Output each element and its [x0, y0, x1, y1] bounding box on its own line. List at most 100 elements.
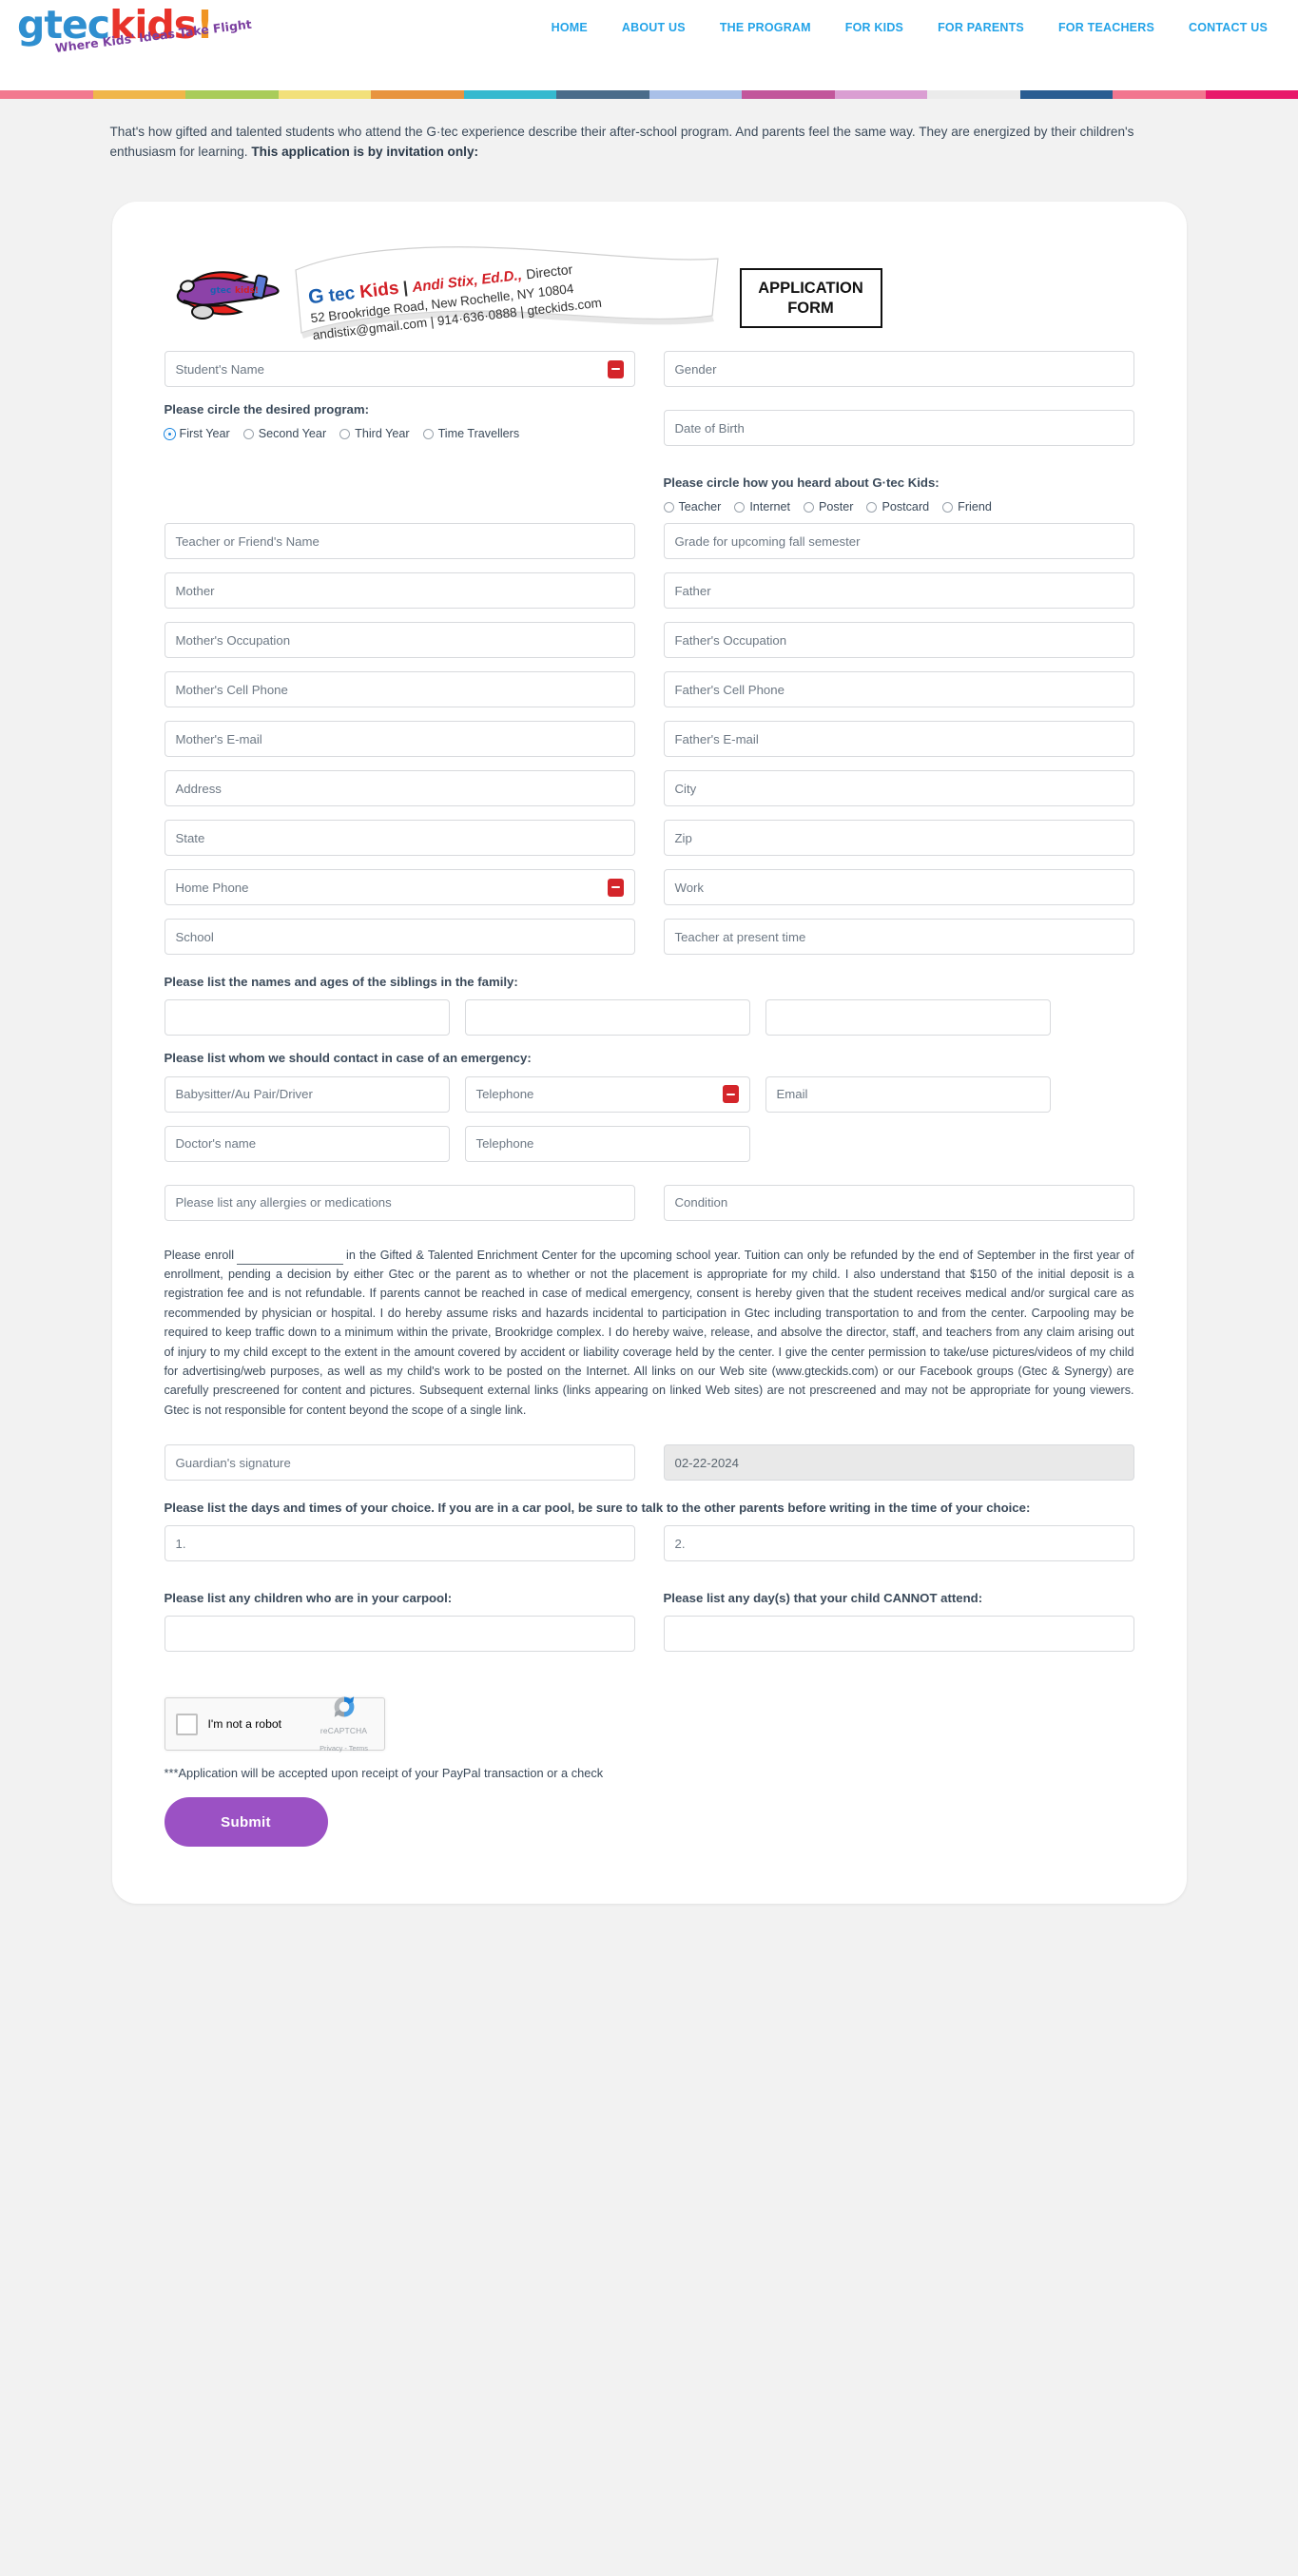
student-name-placeholder: Student's Name	[175, 361, 264, 377]
teacher-or-friend-name-input[interactable]: Teacher or Friend's Name	[164, 523, 635, 560]
sibling-input-2[interactable]	[464, 999, 750, 1036]
heard-option-internet[interactable]: Internet	[734, 500, 790, 513]
city-placeholder: City	[674, 781, 697, 796]
zip-input[interactable]: Zip	[663, 820, 1134, 857]
nav-item-for-kids[interactable]: FOR KIDS	[828, 21, 920, 34]
sibling-input-1[interactable]	[164, 999, 450, 1036]
teacher-at-present-input[interactable]: Teacher at present time	[663, 919, 1134, 956]
choice-2-input[interactable]: 2.	[663, 1525, 1134, 1562]
guardian-signature-input[interactable]: Guardian's signature	[164, 1444, 635, 1482]
program-option-label: Second Year	[258, 427, 327, 441]
nav-item-for-teachers[interactable]: FOR TEACHERS	[1041, 21, 1172, 34]
mother-occupation-input[interactable]: Mother's Occupation	[164, 622, 635, 659]
heard-option-label: Internet	[749, 500, 791, 514]
date-readonly-field: 02-22-2024	[663, 1444, 1134, 1482]
recaptcha-icon	[334, 1696, 354, 1718]
site-logo[interactable]: gteckids! Where Kids' Ideas Take Flight	[17, 6, 274, 80]
main-navigation: HOME ABOUT US THE PROGRAM FOR KIDS FOR P…	[534, 21, 1285, 34]
heard-option-teacher[interactable]: Teacher	[663, 500, 721, 513]
siblings-label: Please list the names and ages of the si…	[164, 975, 518, 990]
radio-dot[interactable]	[734, 501, 746, 513]
letterhead-banner-shape	[294, 246, 719, 339]
father-cell-phone-input[interactable]: Father's Cell Phone	[663, 671, 1134, 708]
radio-dot[interactable]	[242, 428, 254, 439]
condition-input[interactable]: Condition	[663, 1184, 1134, 1221]
lastpass-icon[interactable]	[722, 1085, 739, 1104]
nav-item-about-us[interactable]: ABOUT US	[605, 21, 703, 34]
heard-option-friend[interactable]: Friend	[942, 500, 992, 513]
state-input[interactable]: State	[164, 820, 635, 857]
doctor-telephone-input[interactable]: Telephone	[464, 1125, 750, 1162]
emergency-contact-label: Please list whom we should contact in ca…	[164, 1051, 532, 1066]
father-input[interactable]: Father	[663, 572, 1134, 610]
sibling-input-3[interactable]	[765, 999, 1051, 1036]
intro-paragraph: That's how gifted and talented students …	[65, 99, 1234, 179]
teacher-at-present-placeholder: Teacher at present time	[674, 929, 806, 944]
radio-dot[interactable]	[804, 501, 815, 513]
mother-cell-phone-input[interactable]: Mother's Cell Phone	[164, 671, 635, 708]
radio-dot[interactable]	[942, 501, 954, 513]
date-of-birth-input[interactable]: Date of Birth	[663, 410, 1134, 447]
school-input[interactable]: School	[164, 919, 635, 956]
recaptcha-checkbox[interactable]	[175, 1713, 198, 1735]
program-option-label: First Year	[179, 427, 230, 441]
radio-dot[interactable]	[663, 501, 674, 513]
radio-dot[interactable]	[422, 428, 434, 439]
babysitter-telephone-input[interactable]: Telephone	[464, 1075, 750, 1113]
school-placeholder: School	[175, 929, 214, 944]
nav-item-home[interactable]: HOME	[534, 21, 605, 34]
father-email-input[interactable]: Father's E-mail	[663, 721, 1134, 758]
doctor-name-input[interactable]: Doctor's name	[164, 1125, 450, 1162]
choice-1-input[interactable]: 1.	[164, 1525, 635, 1562]
mother-email-input[interactable]: Mother's E-mail	[164, 721, 635, 758]
heard-option-postcard[interactable]: Postcard	[866, 500, 929, 513]
grade-placeholder: Grade for upcoming fall semester	[674, 533, 861, 549]
cannot-attend-input[interactable]	[663, 1616, 1134, 1653]
city-input[interactable]: City	[663, 770, 1134, 807]
father-email-placeholder: Father's E-mail	[674, 731, 759, 746]
student-name-input[interactable]: Student's Name	[164, 351, 635, 388]
intro-text-bold: This application is by invitation only:	[251, 145, 479, 160]
recaptcha-privacy-terms[interactable]: Privacy - Terms	[320, 1744, 368, 1753]
program-option-third-year[interactable]: Third Year	[339, 427, 410, 441]
recaptcha-widget[interactable]: I'm not a robot reCAPTCHA Privacy - Term…	[164, 1696, 385, 1753]
lastpass-icon[interactable]	[607, 878, 624, 897]
carpool-input[interactable]	[164, 1616, 635, 1653]
legal-blank-line	[237, 1253, 344, 1265]
radio-dot-selected[interactable]	[163, 427, 176, 440]
nav-item-the-program[interactable]: THE PROGRAM	[703, 21, 828, 34]
father-occupation-input[interactable]: Father's Occupation	[663, 622, 1134, 659]
mother-input[interactable]: Mother	[164, 572, 635, 610]
stripe-segment	[92, 90, 185, 99]
program-option-first-year[interactable]: First Year	[163, 427, 230, 441]
application-form-title-box: APPLICATION FORM	[739, 268, 882, 329]
radio-dot[interactable]	[866, 501, 878, 513]
grade-input[interactable]: Grade for upcoming fall semester	[663, 523, 1134, 560]
home-phone-input[interactable]: Home Phone	[164, 869, 635, 906]
doctor-telephone-placeholder: Telephone	[475, 1136, 534, 1152]
work-input[interactable]: Work	[663, 869, 1134, 906]
stripe-segment	[1019, 90, 1113, 99]
allergies-input[interactable]: Please list any allergies or medications	[164, 1184, 635, 1221]
program-option-second-year[interactable]: Second Year	[242, 427, 327, 441]
heard-option-poster[interactable]: Poster	[804, 500, 853, 513]
gender-input[interactable]: Gender	[663, 351, 1134, 388]
program-option-label: Third Year	[355, 427, 410, 441]
date-value: 02-22-2024	[674, 1455, 739, 1470]
nav-item-for-parents[interactable]: FOR PARENTS	[920, 21, 1041, 34]
emergency-email-input[interactable]: Email	[765, 1075, 1051, 1113]
babysitter-input[interactable]: Babysitter/Au Pair/Driver	[164, 1075, 450, 1113]
program-label: Please circle the desired program:	[164, 402, 370, 417]
home-phone-placeholder: Home Phone	[175, 880, 249, 895]
submit-button[interactable]: Submit	[164, 1797, 328, 1848]
nav-item-contact-us[interactable]: CONTACT US	[1172, 21, 1285, 34]
color-stripe-divider	[0, 90, 1298, 99]
address-input[interactable]: Address	[164, 770, 635, 807]
state-placeholder: State	[175, 830, 205, 845]
stripe-segment	[185, 90, 279, 99]
lastpass-icon[interactable]	[607, 359, 624, 378]
program-option-time-travellers[interactable]: Time Travellers	[422, 427, 519, 440]
application-form-card: gtec kids! G tec Kids | Andi Stix, Ed.D.…	[111, 202, 1187, 1905]
emergency-email-placeholder: Email	[776, 1087, 808, 1102]
radio-dot[interactable]	[339, 428, 351, 439]
